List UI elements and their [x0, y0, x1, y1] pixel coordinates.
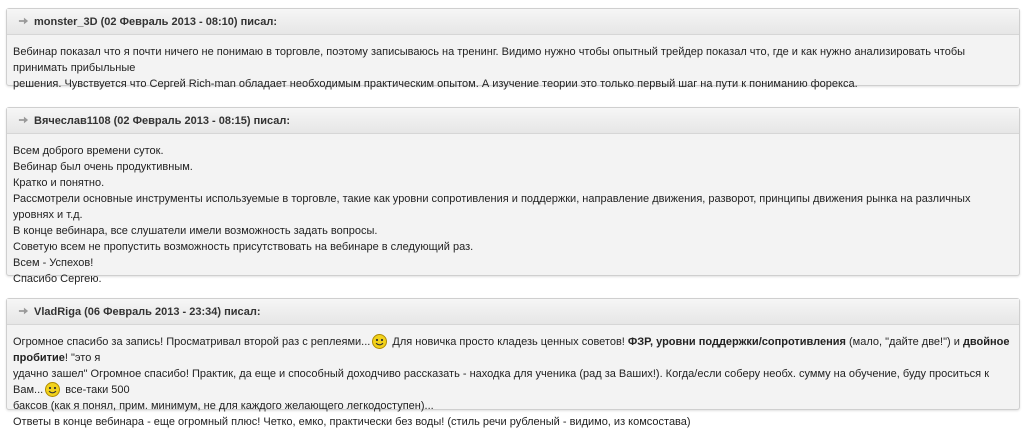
quote-arrow-icon	[18, 116, 29, 124]
quote-line: Рассмотрели основные инструменты использ…	[13, 193, 971, 221]
quote-arrow-icon	[18, 17, 29, 25]
quote-author: VladRiga (06 Февраль 2013 - 23:34) писал…	[34, 306, 261, 318]
quote-body: Огромное спасибо за запись! Просматривал…	[7, 325, 1019, 436]
quote-line: В конце вебинара, все слушатели имели во…	[13, 225, 378, 237]
quote-line: решения. Чувствуется что Сергей Rich-man…	[13, 78, 858, 90]
quote-line: Всем - Успехов!	[13, 257, 94, 269]
bold-text: ФЗР, уровни поддержки/сопротивления	[627, 336, 846, 348]
quote-line: Кратко и понятно.	[13, 177, 105, 189]
quote-body: Всем доброго времени суток. Вебинар был …	[7, 134, 1019, 293]
quote-line: Ответы в конце вебинара - еще огромный п…	[13, 416, 691, 428]
quote-line: Вебинар показал что я почти ничего не по…	[13, 46, 966, 74]
quote-header: Вячеслав1108 (02 Февраль 2013 - 08:15) п…	[7, 108, 1019, 134]
quote-text: (мало, "дайте две!") и	[845, 336, 963, 348]
quote-line: Советую всем не пропустить возможность п…	[13, 241, 474, 253]
quote-text: Для новичка просто кладезь ценных совето…	[389, 336, 628, 348]
quote-line: удачно зашел" Огромное спасибо! Практик,…	[13, 366, 1011, 398]
quote-body: Вебинар показал что я почти ничего не по…	[7, 35, 1019, 98]
quote-block-3: VladRiga (06 Февраль 2013 - 23:34) писал…	[6, 298, 1020, 428]
smiley-icon	[372, 334, 388, 349]
quote-text: ! "это я	[64, 352, 101, 364]
quote-author: Вячеслав1108 (02 Февраль 2013 - 08:15) п…	[34, 115, 291, 127]
quote-block-1: monster_3D (02 Февраль 2013 - 08:10) пис…	[6, 8, 1020, 90]
quote-text: все-таки 500	[62, 384, 130, 396]
quote-line: баксов (как я понял, прим. минимум, не д…	[13, 400, 434, 412]
quote-line: Спасибо Сергею.	[13, 273, 102, 285]
quote-author: monster_3D (02 Февраль 2013 - 08:10) пис…	[34, 16, 278, 28]
quote-line: Всем доброго времени суток.	[13, 145, 164, 157]
quote-block-2: Вячеслав1108 (02 Февраль 2013 - 08:15) п…	[6, 107, 1020, 285]
quote-arrow-icon	[18, 307, 29, 315]
quote-text: удачно зашел" Огромное спасибо! Практик,…	[13, 368, 990, 396]
quote-line: Вебинар был очень продуктивным.	[13, 161, 193, 173]
smiley-icon	[45, 382, 61, 397]
quote-header: monster_3D (02 Февраль 2013 - 08:10) пис…	[7, 9, 1019, 35]
quote-header: VladRiga (06 Февраль 2013 - 23:34) писал…	[7, 299, 1019, 325]
quote-line: Огромное спасибо за запись! Просматривал…	[13, 334, 1011, 366]
quote-text: Огромное спасибо за запись! Просматривал…	[13, 336, 371, 348]
